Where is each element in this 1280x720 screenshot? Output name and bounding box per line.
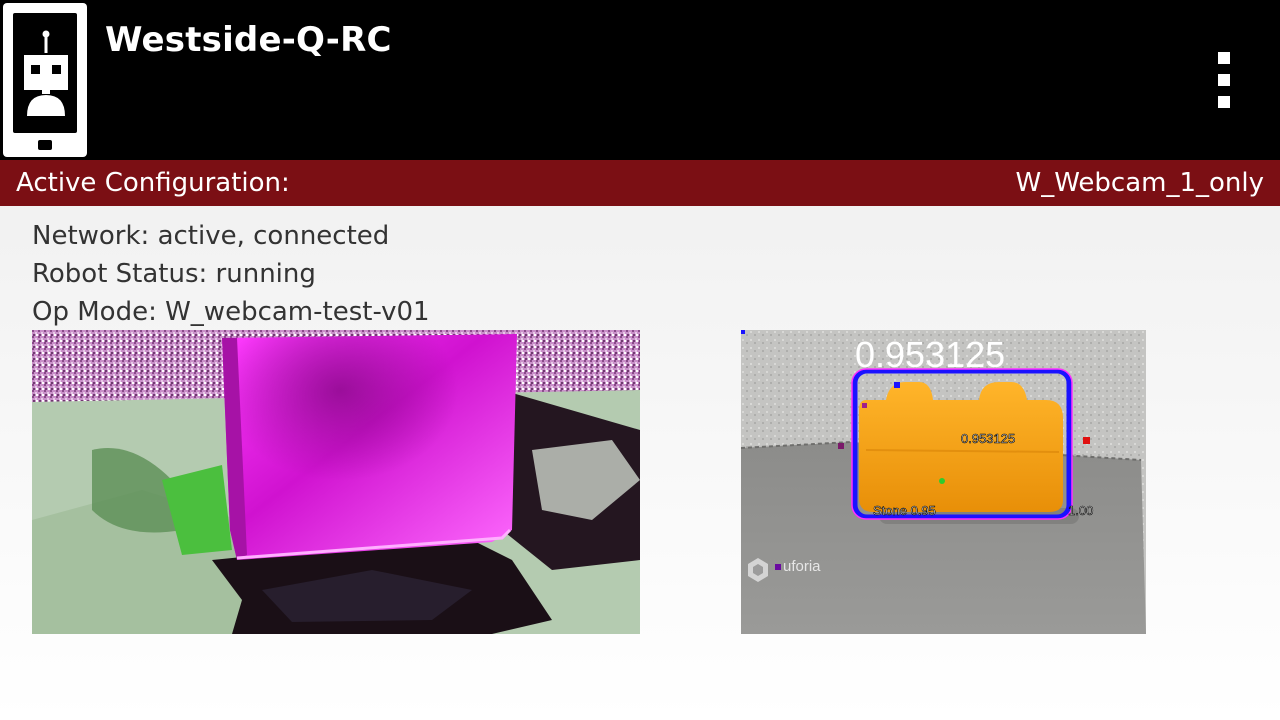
vuforia-watermark: uforia <box>783 558 821 575</box>
active-configuration-bar: Active Configuration: W_Webcam_1_only <box>0 160 1280 206</box>
app-title: Westside-Q-RC <box>105 20 392 60</box>
app-bar: Westside-Q-RC <box>0 0 1280 160</box>
camera-preview-right: 0.953125 0.953125 Stone 0.95 1.00 uforia <box>741 330 1146 634</box>
detection-label: Stone 0.95 <box>873 503 936 519</box>
active-configuration-label: Active Configuration: <box>16 168 290 198</box>
op-mode-status: Op Mode: W_webcam-test-v01 <box>32 297 430 327</box>
active-configuration-value: W_Webcam_1_only <box>1015 168 1265 198</box>
robot-status: Robot Status: running <box>32 259 316 289</box>
camera-preview-left <box>32 330 640 634</box>
robot-controller-icon <box>3 3 87 157</box>
overflow-menu-icon[interactable] <box>1206 44 1242 114</box>
detection-right-value: 1.00 <box>1068 503 1094 519</box>
confidence-score-center: 0.953125 <box>961 431 1016 447</box>
network-status: Network: active, connected <box>32 221 390 251</box>
confidence-score-large: 0.953125 <box>855 334 1006 375</box>
